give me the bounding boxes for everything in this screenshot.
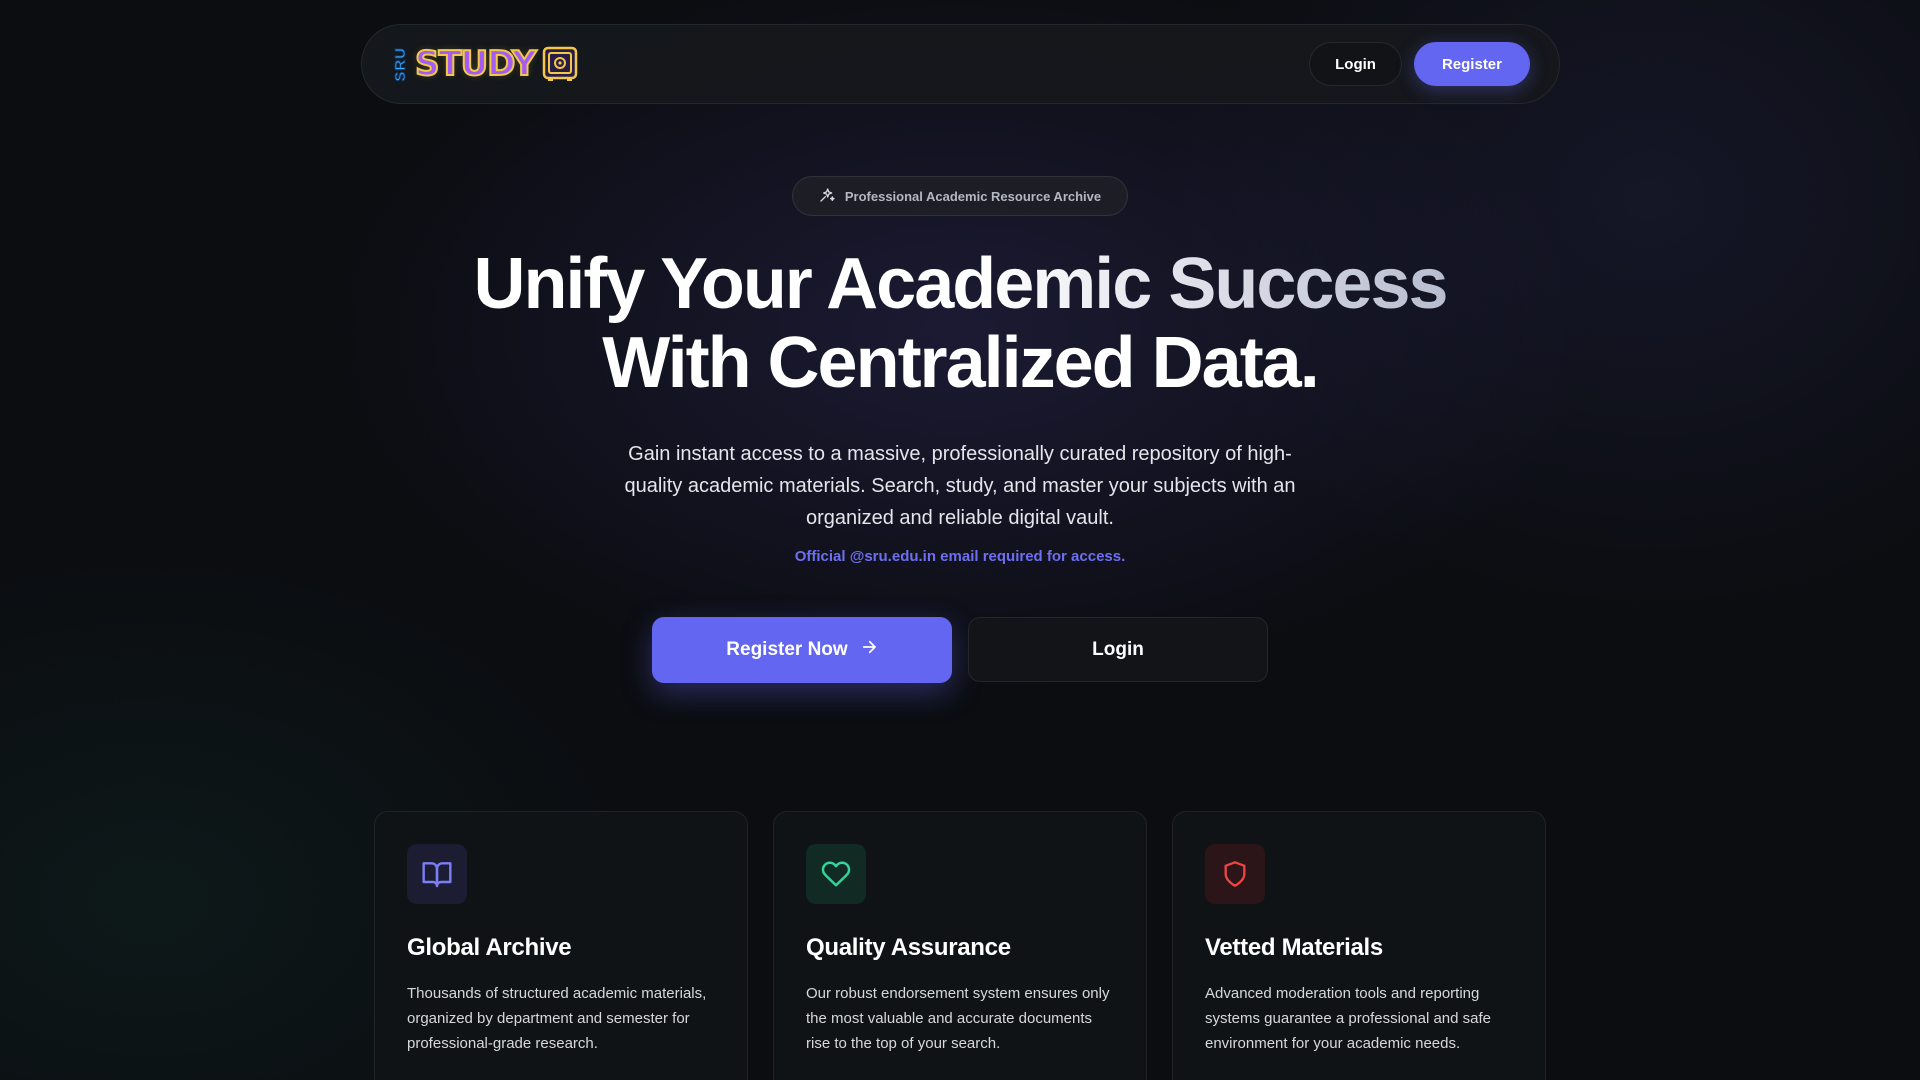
hero-subtitle: Gain instant access to a massive, profes…: [624, 443, 1296, 529]
top-navbar: SRU STUDY Login Register: [361, 24, 1560, 104]
arrow-right-icon: [860, 638, 878, 662]
nav-login-button[interactable]: Login: [1309, 42, 1402, 86]
logo-study-text: STUDY: [414, 43, 538, 85]
email-requirement-note: Official @sru.edu.in email required for …: [794, 548, 1126, 565]
feature-description: Our robust endorsement system ensures on…: [806, 985, 1110, 1052]
book-open-icon: [407, 844, 467, 904]
register-now-button[interactable]: Register Now: [652, 617, 952, 683]
feature-card-global-archive: Global Archive Thousands of structured a…: [374, 811, 748, 1080]
nav-register-button[interactable]: Register: [1413, 42, 1530, 86]
hero-title-line2: With Centralized Data.: [602, 323, 1319, 403]
hero-title-line1: Unify Your Academic Success: [473, 244, 1448, 324]
hero-title: Unify Your Academic Success With Central…: [0, 245, 1920, 403]
feature-description: Thousands of structured academic materia…: [407, 985, 707, 1052]
feature-description: Advanced moderation tools and reporting …: [1205, 985, 1492, 1052]
nav-actions: Login Register: [1309, 42, 1530, 86]
feature-title: Global Archive: [407, 934, 572, 961]
feature-title: Quality Assurance: [806, 934, 1011, 961]
shield-icon: [1205, 844, 1265, 904]
site-logo[interactable]: SRU STUDY: [392, 43, 578, 85]
hero-badge-label: Professional Academic Resource Archive: [844, 188, 1102, 204]
feature-card-vetted-materials: Vetted Materials Advanced moderation too…: [1172, 811, 1546, 1080]
feature-title: Vetted Materials: [1205, 934, 1383, 961]
register-now-label: Register Now: [726, 639, 848, 660]
heart-icon: [806, 844, 866, 904]
sparkles-icon: [819, 187, 835, 206]
vault-safe-icon: [542, 46, 578, 82]
hero-badge: Professional Academic Resource Archive: [792, 176, 1128, 216]
logo-sru-text: SRU: [392, 46, 410, 82]
hero-login-button[interactable]: Login: [968, 617, 1268, 682]
feature-card-quality-assurance: Quality Assurance Our robust endorsement…: [773, 811, 1147, 1080]
